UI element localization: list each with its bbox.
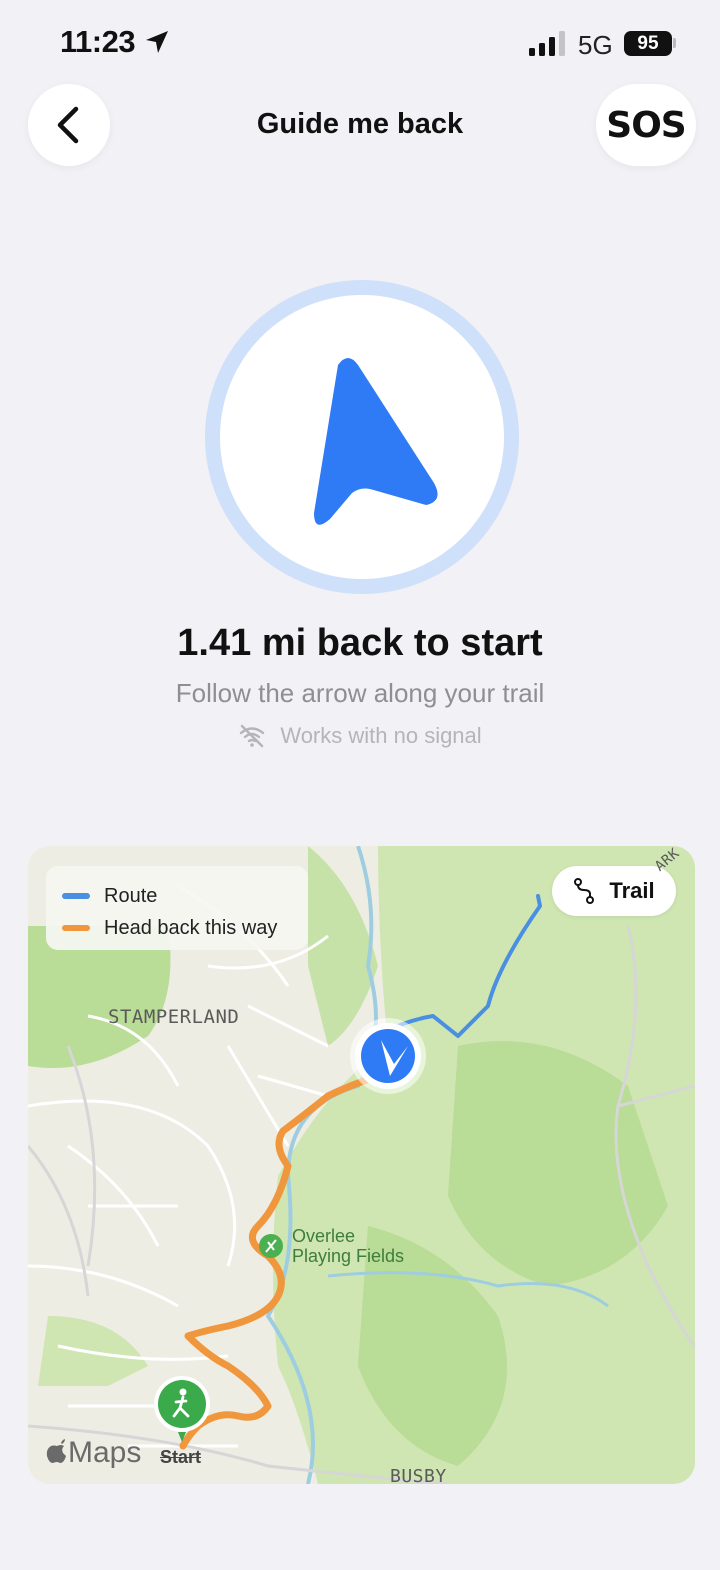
poi-label[interactable]: Overlee Playing Fields (292, 1226, 404, 1266)
place-label-stamperland: STAMPERLAND (108, 1006, 240, 1028)
apple-logo-icon (46, 1439, 66, 1463)
legend-item-backtrack: Head back this way (62, 912, 292, 944)
offline-note: Works with no signal (0, 723, 720, 749)
instruction-text: Follow the arrow along your trail (175, 678, 545, 708)
location-arrow-icon (146, 31, 168, 53)
status-bar: 11:23 5G 95 (0, 0, 720, 90)
trail-path-icon (574, 878, 595, 904)
cellular-signal-icon (529, 31, 565, 56)
legend-label-route: Route (104, 884, 158, 907)
offline-note-text: Works with no signal (280, 723, 482, 748)
battery-indicator: 95 (624, 31, 672, 56)
maps-attribution-text: Maps (68, 1436, 142, 1469)
wifi-slash-icon (240, 724, 265, 748)
battery-cap (673, 38, 676, 48)
status-time: 11:23 (60, 24, 136, 59)
place-label-busby: BUSBY (390, 1466, 447, 1484)
network-type: 5G (578, 30, 613, 60)
distance-heading: 1.41 mi back to start (177, 622, 543, 664)
legend-label-backtrack: Head back this way (104, 916, 278, 939)
backtrack-swatch (62, 925, 90, 931)
map-legend: Route Head back this way (46, 866, 308, 950)
poi-label-line1: Overlee (292, 1226, 356, 1246)
trail-button-label: Trail (609, 878, 655, 903)
legend-item-route: Route (62, 880, 292, 912)
trail-map[interactable]: Route Head back this way Trail STAMPERLA… (28, 846, 695, 1484)
poi-label-line2: Playing Fields (292, 1246, 405, 1266)
trail-button[interactable]: Trail (552, 866, 676, 916)
start-marker-label: Start (160, 1447, 202, 1467)
maps-attribution: Maps (46, 1436, 141, 1470)
route-swatch (62, 893, 90, 899)
sos-button[interactable]: SOS (596, 84, 696, 166)
navigation-arrow-icon (314, 358, 438, 525)
